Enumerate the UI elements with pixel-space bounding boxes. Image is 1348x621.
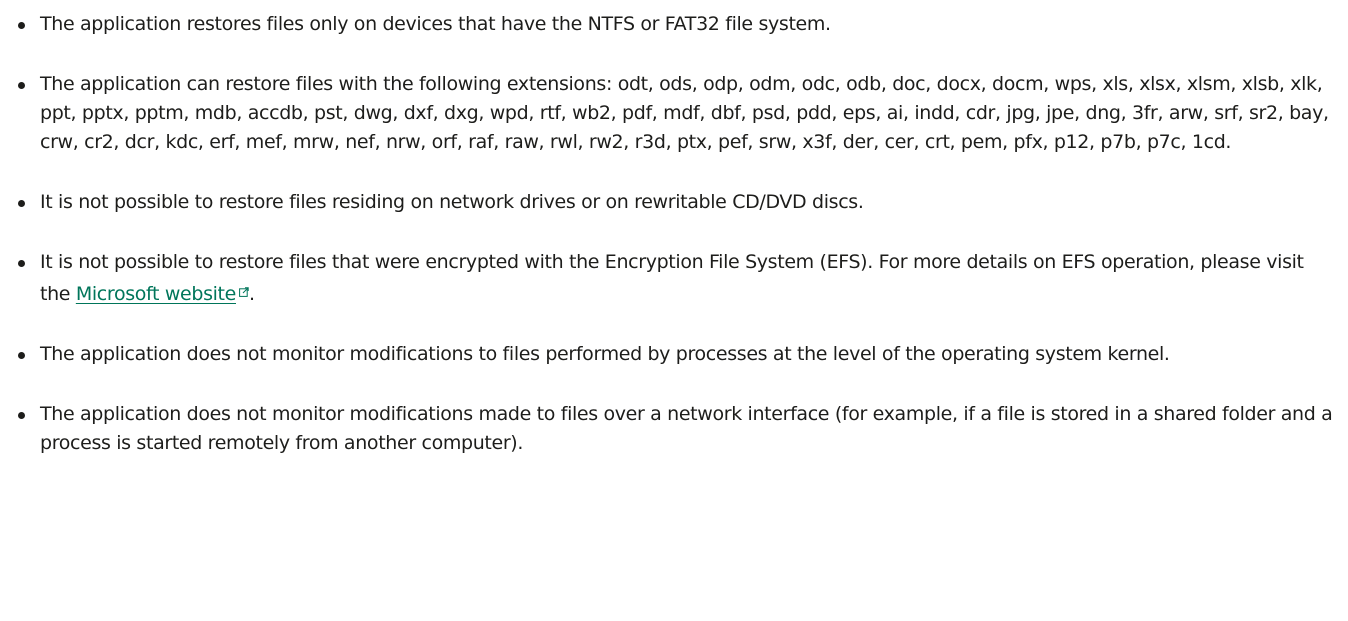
list-item: The application can restore files with t…: [0, 70, 1348, 157]
list-item-text: The application does not monitor modific…: [40, 403, 1333, 454]
bullet-icon: [18, 352, 25, 359]
microsoft-website-link[interactable]: Microsoft website: [75, 283, 237, 305]
limitations-list: The application restores files only on d…: [0, 10, 1348, 489]
list-item: It is not possible to restore files resi…: [0, 188, 1348, 217]
list-item-text: The application restores files only on d…: [40, 13, 831, 35]
link-label: Microsoft website: [75, 283, 237, 305]
list-item-text: The application does not monitor modific…: [40, 343, 1170, 365]
bullet-icon: [18, 22, 25, 29]
bullet-icon: [18, 260, 25, 267]
list-item-text: The application can restore files with t…: [40, 73, 1329, 153]
list-item: The application does not monitor modific…: [0, 340, 1348, 369]
list-item: It is not possible to restore files that…: [0, 248, 1348, 309]
external-link-icon[interactable]: [239, 277, 249, 306]
bullet-icon: [18, 82, 25, 89]
list-item: The application does not monitor modific…: [0, 400, 1348, 458]
list-item-text-end: .: [249, 283, 255, 305]
list-item-text: It is not possible to restore files resi…: [40, 191, 864, 213]
list-item: The application restores files only on d…: [0, 10, 1348, 39]
bullet-icon: [18, 412, 25, 419]
bullet-icon: [18, 200, 25, 207]
